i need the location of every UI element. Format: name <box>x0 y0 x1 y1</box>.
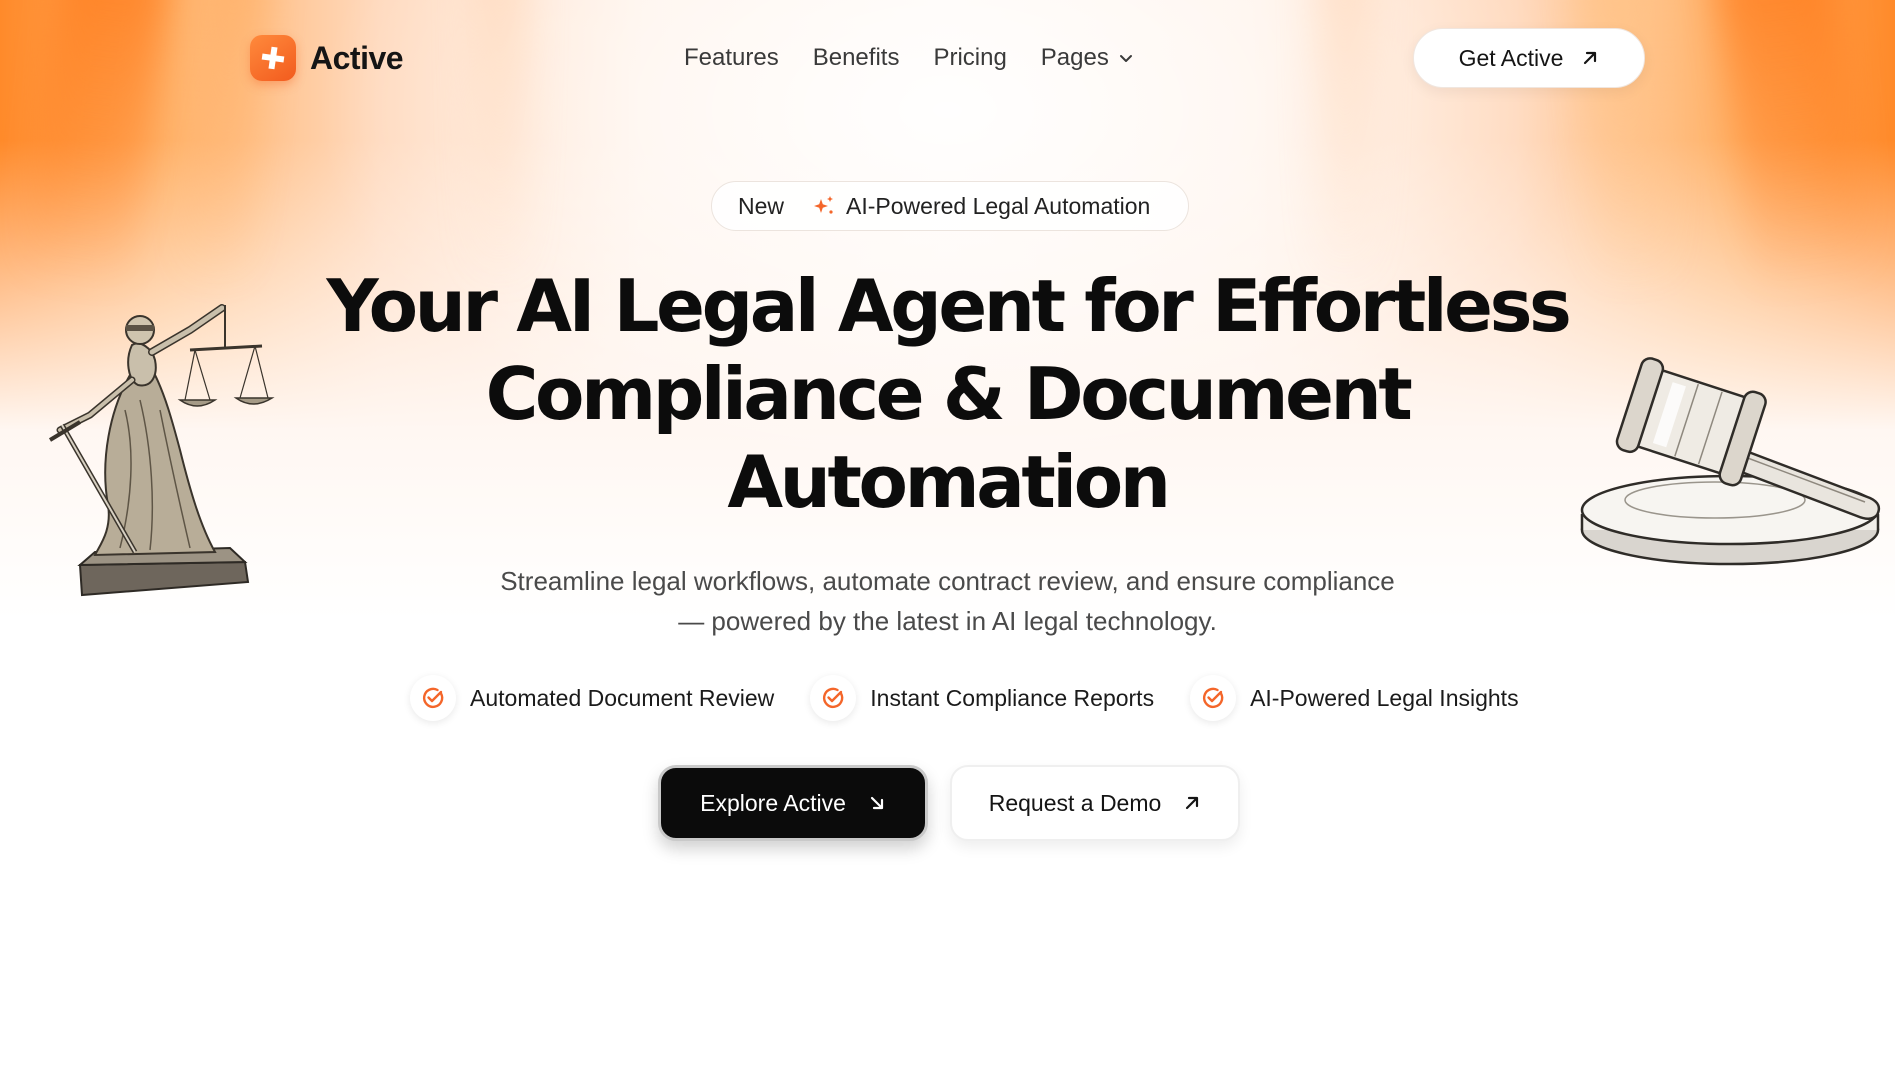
arrow-up-right-icon <box>1584 51 1597 65</box>
subhead-line-2: — powered by the latest in AI legal tech… <box>678 606 1217 636</box>
check-circle-icon <box>1190 675 1237 721</box>
feature-label: AI-Powered Legal Insights <box>1250 684 1519 711</box>
nav-pages-dropdown[interactable]: Pages <box>1041 44 1135 72</box>
badge-text: AI-Powered Legal Automation <box>846 192 1151 219</box>
brand-name: Active <box>310 39 404 76</box>
feature-label: Automated Document Review <box>470 684 775 711</box>
nav-pages-label: Pages <box>1040 44 1109 71</box>
check-circle-icon <box>410 675 456 721</box>
feature-list: Automated Document Review Instant Compli… <box>410 675 1555 721</box>
gavel-illustration <box>1580 357 1881 566</box>
get-active-button[interactable]: Get Active <box>1413 28 1645 88</box>
headline-line-1: Your AI Legal Agent for Effortless <box>326 264 1571 348</box>
brand-logo[interactable]: Active <box>250 35 404 81</box>
explore-active-label: Explore Active <box>700 789 846 816</box>
feature-label: Instant Compliance Reports <box>870 684 1155 711</box>
nav-link-features[interactable]: Features <box>684 44 779 72</box>
top-navigation: Active Features Benefits Pricing Pages G… <box>250 28 1645 88</box>
headline-line-2: Compliance & Document <box>485 352 1413 436</box>
plus-icon <box>250 35 296 81</box>
headline-line-3: Automation <box>727 440 1171 524</box>
get-active-label: Get Active <box>1458 44 1564 71</box>
feature-item: AI-Powered Legal Insights <box>1190 675 1519 721</box>
feature-item: Automated Document Review <box>410 675 774 721</box>
hero-subheading: Streamline legal workflows, automate con… <box>460 561 1435 641</box>
arrow-up-right-icon <box>1186 796 1199 810</box>
hero-headline: Your AI Legal Agent for Effortless Compl… <box>300 262 1595 526</box>
feature-item: Instant Compliance Reports <box>810 675 1154 721</box>
lady-justice-illustration <box>48 304 275 597</box>
explore-active-button[interactable]: Explore Active <box>658 765 928 841</box>
check-circle-icon <box>810 675 857 721</box>
request-demo-label: Request a Demo <box>988 789 1162 816</box>
announcement-badge[interactable]: New AI-Powered Legal Automation <box>711 181 1189 231</box>
nav-links: Features Benefits Pricing Pages <box>684 44 1135 72</box>
arrow-down-right-icon <box>870 796 883 810</box>
subhead-line-1: Streamline legal workflows, automate con… <box>500 566 1395 596</box>
nav-link-pricing[interactable]: Pricing <box>933 44 1006 72</box>
sparkle-icon <box>814 196 834 214</box>
badge-tag: New <box>738 192 785 219</box>
request-demo-button[interactable]: Request a Demo <box>950 765 1240 841</box>
nav-link-benefits[interactable]: Benefits <box>813 44 900 72</box>
chevron-down-icon <box>1119 55 1132 62</box>
